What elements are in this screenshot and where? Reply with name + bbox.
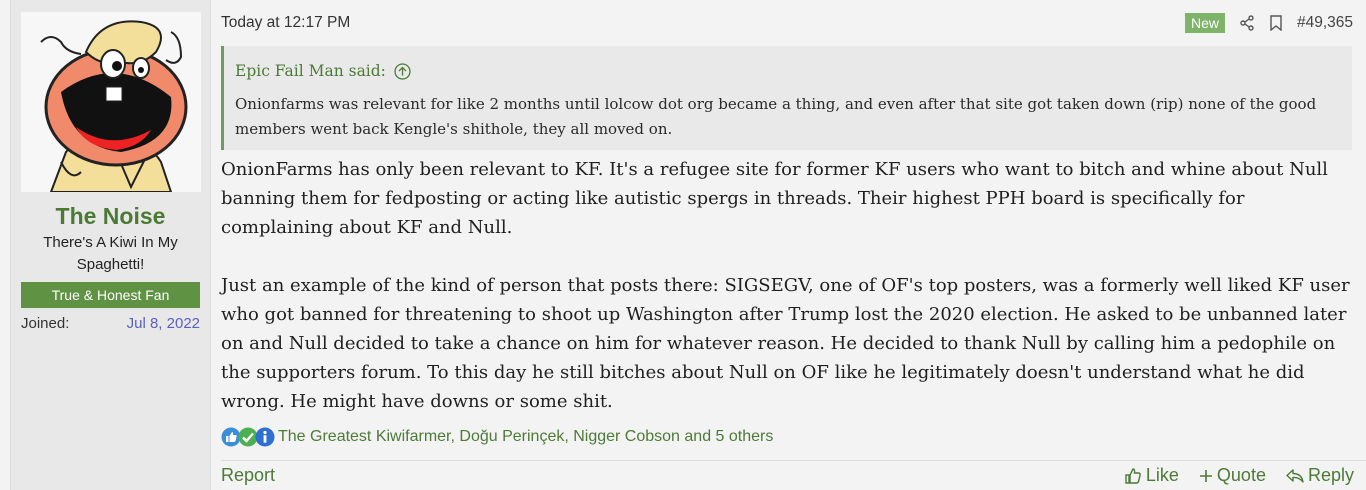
like-button[interactable]: Like <box>1124 465 1179 486</box>
bookmark-icon[interactable] <box>1269 15 1283 31</box>
quote-text: Onionfarms was relevant for like 2 month… <box>235 95 1317 138</box>
user-sidebar: The Noise There's A Kiwi In My Spaghetti… <box>11 0 211 490</box>
reaction-icons <box>221 427 275 447</box>
joined-row: Joined: Jul 8, 2022 <box>21 315 200 332</box>
post-header: Today at 12:17 PM New #49,365 <box>221 0 1366 46</box>
post-body: OnionFarms has only been relevant to KF.… <box>221 155 1366 416</box>
quote-attribution[interactable]: Epic Fail Man said: <box>224 46 1352 86</box>
reactions-bar[interactable]: The Greatest Kiwifarmer, Doğu Perinçek, … <box>221 427 773 447</box>
user-title: There's A Kiwi In My Spaghetti! <box>43 234 178 273</box>
informative-reaction-icon <box>255 427 275 447</box>
joined-label: Joined: <box>21 315 70 332</box>
quote-author[interactable]: Epic Fail Man said: <box>235 62 386 80</box>
thumbs-up-icon <box>1125 467 1141 484</box>
reactions-users[interactable]: The Greatest Kiwifarmer, Doğu Perinçek, … <box>278 428 773 446</box>
post-footer: Report Like Quote Reply <box>221 460 1366 490</box>
quote-block: Epic Fail Man said: Onionfarms was relev… <box>221 46 1352 150</box>
plus-icon <box>1199 469 1212 482</box>
reply-arrow-icon <box>1286 468 1304 483</box>
post-header-actions: New #49,365 <box>1184 13 1353 33</box>
report-link[interactable]: Report <box>221 465 275 486</box>
post-paragraph: Just an example of the kind of person th… <box>221 275 1350 412</box>
reply-button[interactable]: Reply <box>1286 465 1354 486</box>
user-banner: True & Honest Fan <box>21 282 200 308</box>
post-number[interactable]: #49,365 <box>1297 14 1353 32</box>
reply-label: Reply <box>1307 465 1354 485</box>
avatar[interactable] <box>21 12 201 192</box>
username[interactable]: The Noise <box>21 203 200 230</box>
new-badge: New <box>1184 13 1225 33</box>
arrow-up-circle-icon[interactable] <box>394 62 411 80</box>
post-content: Today at 12:17 PM New #49,365 Epic Fail … <box>211 0 1366 490</box>
post-timestamp[interactable]: Today at 12:17 PM <box>221 14 350 32</box>
forum-post: The Noise There's A Kiwi In My Spaghetti… <box>10 0 1366 490</box>
quote-button[interactable]: Quote <box>1199 465 1266 486</box>
share-icon[interactable] <box>1239 15 1255 31</box>
like-label: Like <box>1145 465 1179 485</box>
footer-actions: Like Quote Reply <box>1124 465 1354 486</box>
quote-label: Quote <box>1216 465 1266 485</box>
joined-date: Jul 8, 2022 <box>126 315 200 332</box>
post-paragraph: OnionFarms has only been relevant to KF.… <box>221 159 1328 238</box>
